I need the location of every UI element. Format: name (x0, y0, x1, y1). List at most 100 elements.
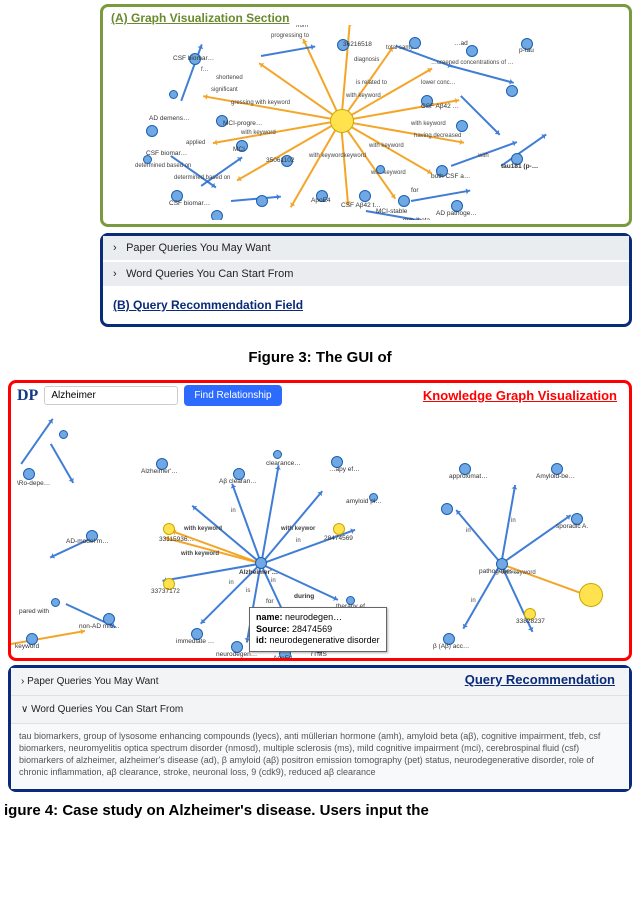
search-input[interactable] (44, 386, 178, 405)
node-label: …ad (454, 40, 468, 47)
node-label: pathogenes… (479, 568, 519, 575)
edge-label: with keyword (241, 130, 276, 136)
graph-area-case[interactable]: with keyword with keywor with keyword wi… (11, 408, 629, 658)
keyword-list: tau biomarkers, group of lysosome enhanc… (11, 724, 629, 789)
edge-label: with keyword (369, 143, 404, 149)
graph-edge (500, 485, 515, 564)
node-label: sporadic A. (556, 523, 588, 530)
tooltip-source-value: 28474569 (292, 624, 332, 634)
graph-node[interactable] (376, 165, 385, 174)
graph-node[interactable] (256, 195, 268, 207)
graph-node[interactable] (359, 190, 371, 202)
edge-label: shortened (216, 75, 243, 81)
edge-label: with keyword (411, 121, 446, 127)
node-label: Alzheimer'… (141, 468, 178, 475)
node-label: amyloid pl… (346, 498, 382, 505)
node-label: …apy ef… (329, 466, 360, 473)
node-label: AD-model m… (66, 538, 109, 545)
edge-label: with keyword (184, 526, 222, 532)
node-label: 35061102 (266, 157, 294, 164)
edge-label: applied (186, 140, 205, 146)
node-label: 28474569 (324, 535, 353, 542)
node-label: 36216518 (343, 41, 372, 48)
node-label: MCI-stable (376, 208, 407, 215)
figure-3-caption: Figure 3: The GUI of (0, 349, 640, 366)
graph-node[interactable] (409, 37, 421, 49)
node-label: AD demens… (149, 115, 189, 122)
edge-label: progressing to (271, 33, 309, 39)
node-label: 33828237 (516, 618, 545, 625)
edge-label: in (231, 508, 236, 514)
node-label: CSF biomar… (169, 200, 210, 207)
node-label: ApoE4 (311, 197, 331, 204)
node-label: Aβ clearan… (219, 478, 257, 485)
edge-label: lower conc… (421, 80, 456, 86)
chevron-right-icon: › (113, 242, 123, 254)
graph-node[interactable] (398, 195, 410, 207)
graph-edge (455, 510, 501, 565)
graph-edge (451, 65, 514, 83)
edge-label: with keyword (181, 551, 219, 557)
graph-node[interactable] (211, 210, 223, 220)
node-label: during (294, 593, 314, 600)
graph-node[interactable] (146, 125, 158, 137)
node-label: CSF Aβ42 t… (341, 202, 381, 209)
graph-edge (411, 190, 470, 202)
edge-label: determined based on (135, 163, 191, 169)
graph-edge (20, 418, 53, 464)
graph-node[interactable] (441, 503, 453, 515)
graph-node[interactable] (51, 598, 60, 607)
accordion-word-queries[interactable]: › Word Queries You Can Start From (103, 262, 629, 288)
accordion-word-queries-2[interactable]: ∨ Word Queries You Can Start From (11, 696, 629, 724)
node-label: tau181 (p-… (501, 163, 538, 170)
edge-label: in (296, 538, 301, 544)
node-label: 33115936… (159, 536, 194, 543)
node-label: for (266, 598, 274, 605)
query-rec-panel: Query Recommendation › Paper Queries You… (8, 665, 632, 792)
graph-edge (180, 44, 202, 101)
tooltip-name-value: neurodegen… (285, 612, 342, 622)
accordion-paper-queries[interactable]: › Paper Queries You May Want (103, 236, 629, 262)
find-relationship-button[interactable]: Find Relationship (184, 385, 281, 406)
graph-node[interactable] (163, 523, 175, 535)
tooltip-id-value: neurodegenerative disorder (270, 635, 380, 645)
node-label: clearance… (266, 460, 301, 467)
node-label: β (Aβ) acc… (433, 643, 469, 650)
figure-4-caption: igure 4: Case study on Alzheimer's disea… (0, 802, 640, 819)
edge-label: in (511, 518, 516, 524)
section-b-title: (B) Query Recommendation Field (103, 288, 629, 324)
graph-node[interactable] (23, 468, 35, 480)
edge-label: in (229, 580, 234, 586)
node-label: keyword (15, 643, 39, 650)
graph-node-center[interactable] (255, 557, 267, 569)
graph-node[interactable] (59, 430, 68, 439)
edge-label: gressing with keyword (231, 100, 290, 106)
edge-label: …creened concentrations of … (431, 60, 514, 66)
graph-node-center[interactable] (330, 109, 354, 133)
edge-label: is related to (356, 80, 387, 86)
graph-node[interactable] (333, 523, 345, 535)
graph-node[interactable] (273, 450, 282, 459)
case-header: DP Find Relationship Knowledge Graph Vis… (11, 383, 629, 408)
graph-node[interactable] (456, 120, 468, 132)
graph-area-a[interactable]: from progressing to diagnosis total samp… (111, 25, 621, 220)
graph-edge (260, 465, 279, 564)
graph-edge (501, 134, 547, 167)
edge-label: determined based on (174, 175, 230, 181)
node-label: CSF biomar… (146, 150, 187, 157)
chevron-right-icon: › (21, 676, 24, 687)
node-label: immediate … (176, 638, 214, 645)
node-label: 33737172 (151, 588, 180, 595)
node-label: CSF Aβ42 … (421, 103, 459, 110)
graph-node[interactable] (169, 90, 178, 99)
graph-node[interactable] (506, 85, 518, 97)
tooltip-name-label: name: (256, 612, 283, 622)
graph-node[interactable] (579, 583, 603, 607)
graph-edge (340, 120, 396, 199)
edge-label: diagnosis (354, 57, 379, 63)
graph-edge (50, 443, 74, 483)
case-study-panel: DP Find Relationship Knowledge Graph Vis… (8, 380, 632, 661)
node-label: MCI-progre… (223, 120, 262, 127)
app-logo: DP (15, 387, 38, 405)
node-label: Amyloid-be… (536, 473, 575, 480)
